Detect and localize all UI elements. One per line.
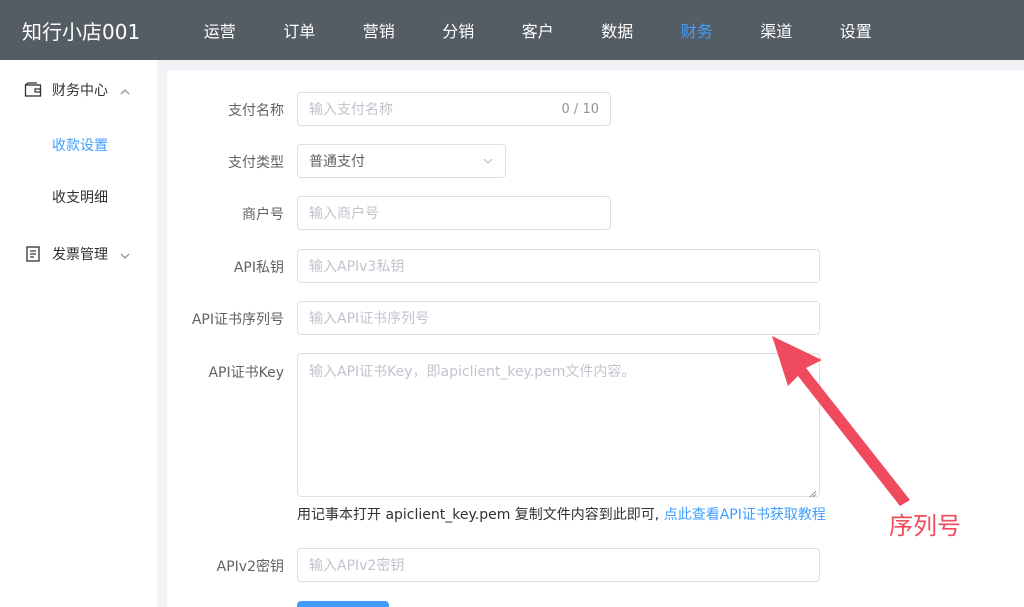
- api-cert-key-label: API证书Key: [208, 365, 284, 381]
- nav-item-data[interactable]: 数据: [578, 18, 658, 42]
- sidebar-item-payment-settings[interactable]: 收款设置: [0, 119, 157, 171]
- sidebar-group-invoice-management[interactable]: 发票管理: [0, 226, 157, 282]
- wallet-icon: [24, 82, 42, 98]
- chevron-down-icon: [120, 249, 130, 259]
- chevron-down-icon: [482, 155, 494, 167]
- nav-item-channels[interactable]: 渠道: [737, 18, 817, 42]
- apiv2-key-placeholder: 输入APIv2密钥: [309, 558, 405, 574]
- merchant-no-label: 商户号: [242, 207, 284, 223]
- sidebar-group-finance-center[interactable]: 财务中心: [0, 62, 157, 118]
- api-cert-serial-placeholder: 输入API证书序列号: [309, 311, 430, 327]
- sidebar-item-income-details[interactable]: 收支明细: [0, 171, 157, 223]
- apiv2-key-label: APIv2密钥: [216, 559, 284, 575]
- api-cert-key-placeholder: 输入API证书Key，即apiclient_key.pem文件内容。: [309, 364, 636, 380]
- chevron-up-icon: [120, 85, 130, 95]
- pay-name-label: 支付名称: [228, 103, 284, 119]
- pay-name-input[interactable]: 输入支付名称 0 / 10: [297, 92, 611, 126]
- top-navbar: 知行小店001 运营 订单 营销 分销 客户 数据 财务 渠道 设置: [0, 0, 1024, 60]
- nav-item-operations[interactable]: 运营: [180, 18, 260, 42]
- api-cert-serial-label: API证书序列号: [191, 312, 284, 328]
- nav-item-finance[interactable]: 财务: [657, 18, 737, 42]
- nav-item-marketing[interactable]: 营销: [339, 18, 419, 42]
- main-nav: 运营 订单 营销 分销 客户 数据 财务 渠道 设置: [180, 0, 896, 60]
- apiv2-key-input[interactable]: 输入APIv2密钥: [297, 548, 820, 582]
- api-cert-key-textarea[interactable]: 输入API证书Key，即apiclient_key.pem文件内容。: [297, 353, 820, 498]
- merchant-no-input[interactable]: 输入商户号: [297, 196, 611, 230]
- document-icon: [24, 246, 42, 262]
- pay-type-value: 普通支付: [309, 154, 365, 170]
- cert-key-hint: 用记事本打开 apiclient_key.pem 复制文件内容到此即可, 点此查…: [297, 504, 826, 524]
- char-counter: 0 / 10: [561, 101, 599, 117]
- hint-text: 用记事本打开 apiclient_key.pem 复制文件内容到此即可,: [297, 507, 660, 523]
- nav-item-orders[interactable]: 订单: [260, 18, 340, 42]
- nav-item-settings[interactable]: 设置: [816, 18, 896, 42]
- sidebar: 财务中心 收款设置 收支明细 发票管理: [0, 60, 157, 607]
- nav-item-customers[interactable]: 客户: [498, 18, 578, 42]
- annotation-label: 序列号: [889, 512, 961, 540]
- annotation-arrow-icon: [772, 336, 910, 506]
- api-private-key-label: API私钥: [233, 260, 284, 276]
- submit-button[interactable]: [297, 601, 389, 607]
- shop-title: 知行小店001: [22, 19, 141, 44]
- sidebar-group-label: 发票管理: [52, 247, 108, 263]
- api-private-key-input[interactable]: 输入APIv3私钥: [297, 249, 820, 283]
- sidebar-group-label: 财务中心: [52, 83, 108, 99]
- api-cert-serial-input[interactable]: 输入API证书序列号: [297, 301, 820, 335]
- api-private-key-placeholder: 输入APIv3私钥: [309, 259, 405, 275]
- merchant-no-placeholder: 输入商户号: [309, 206, 379, 222]
- pay-name-placeholder: 输入支付名称: [309, 102, 393, 118]
- nav-item-distribution[interactable]: 分销: [419, 18, 499, 42]
- pay-type-label: 支付类型: [228, 155, 284, 171]
- pay-type-select[interactable]: 普通支付: [297, 144, 506, 178]
